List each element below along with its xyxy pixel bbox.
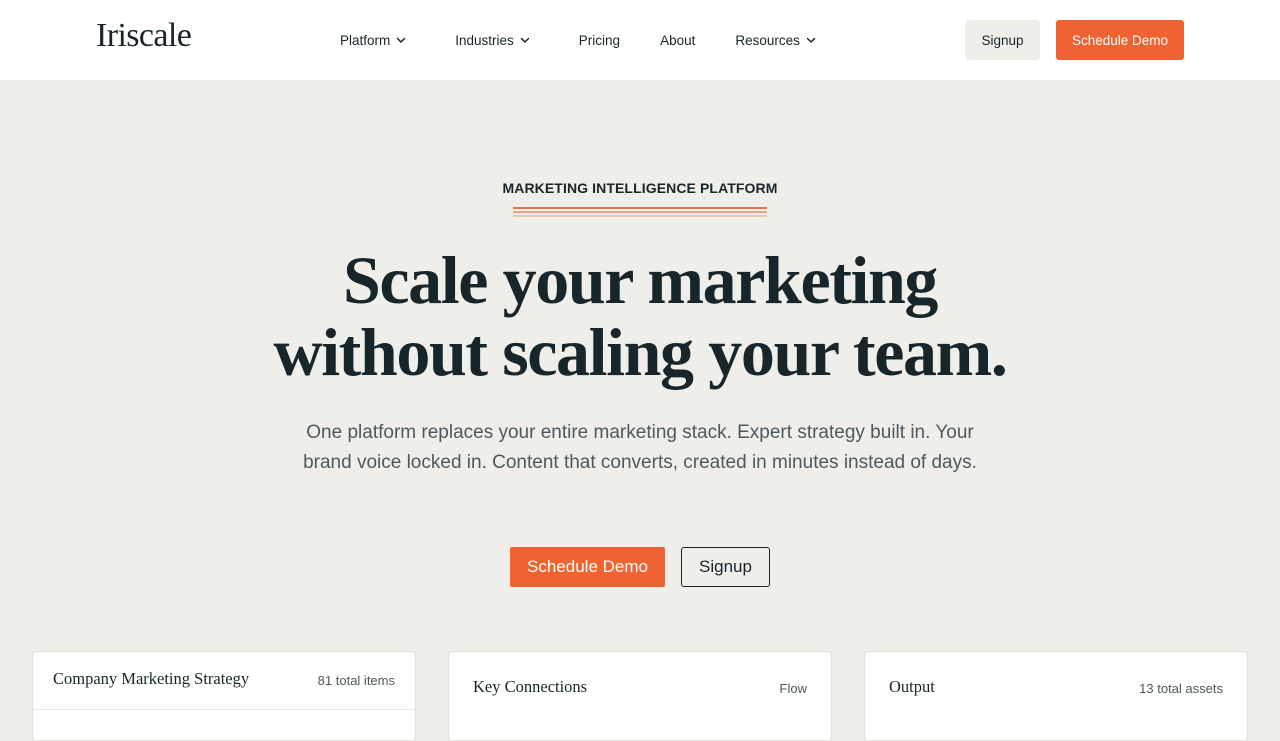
nav-item-label: About bbox=[660, 32, 696, 48]
chevron-down-icon bbox=[805, 34, 817, 46]
nav-item-industries[interactable]: Industries bbox=[455, 33, 531, 48]
card-title: Output bbox=[889, 677, 935, 696]
nav-item-platform[interactable]: Platform bbox=[340, 33, 407, 48]
hero-schedule-demo-button[interactable]: Schedule Demo bbox=[510, 547, 665, 587]
card-item-count: 81 total items bbox=[317, 673, 395, 688]
schedule-demo-button[interactable]: Schedule Demo bbox=[1056, 20, 1184, 60]
site-header: Iriscale Platform Industries Pricing Abo… bbox=[0, 0, 1280, 80]
strategy-card: Company Marketing Strategy 81 total item… bbox=[32, 651, 416, 741]
card-title: Company Marketing Strategy bbox=[53, 669, 250, 688]
underline-stripe bbox=[513, 211, 767, 213]
card-title: Key Connections bbox=[473, 677, 588, 696]
card-flow-label: Flow bbox=[779, 681, 807, 696]
nav-item-about[interactable]: About bbox=[660, 33, 695, 48]
connections-card: Key Connections Flow bbox=[448, 651, 832, 741]
nav-item-label: Industries bbox=[455, 32, 514, 48]
chevron-down-icon bbox=[519, 34, 531, 46]
output-card: Output 13 total assets bbox=[864, 651, 1248, 741]
nav-item-label: Platform bbox=[340, 32, 391, 48]
nav-item-label: Resources bbox=[735, 32, 800, 48]
hero-headline: Scale your marketing without scaling you… bbox=[0, 244, 1280, 388]
card-divider bbox=[33, 709, 415, 710]
headline-line: without scaling your team. bbox=[273, 314, 1007, 390]
chevron-down-icon bbox=[395, 34, 407, 46]
main-nav: Platform Industries Pricing About Resour… bbox=[340, 28, 817, 52]
nav-item-pricing[interactable]: Pricing bbox=[579, 33, 620, 48]
underline-stripe bbox=[513, 215, 767, 217]
card-asset-count: 13 total assets bbox=[1139, 681, 1223, 696]
hero-signup-button[interactable]: Signup bbox=[681, 547, 770, 587]
headline-line: Scale your marketing bbox=[342, 242, 938, 318]
hero-eyebrow: MARKETING INTELLIGENCE PLATFORM bbox=[502, 180, 778, 196]
nav-item-label: Pricing bbox=[578, 32, 621, 48]
underline-stripe bbox=[513, 207, 767, 209]
nav-item-resources[interactable]: Resources bbox=[735, 33, 817, 48]
signup-button[interactable]: Signup bbox=[965, 20, 1040, 60]
hero-subcopy: One platform replaces your entire market… bbox=[303, 422, 977, 473]
eyebrow-underline bbox=[513, 207, 767, 217]
logo[interactable]: Iriscale bbox=[96, 16, 192, 56]
